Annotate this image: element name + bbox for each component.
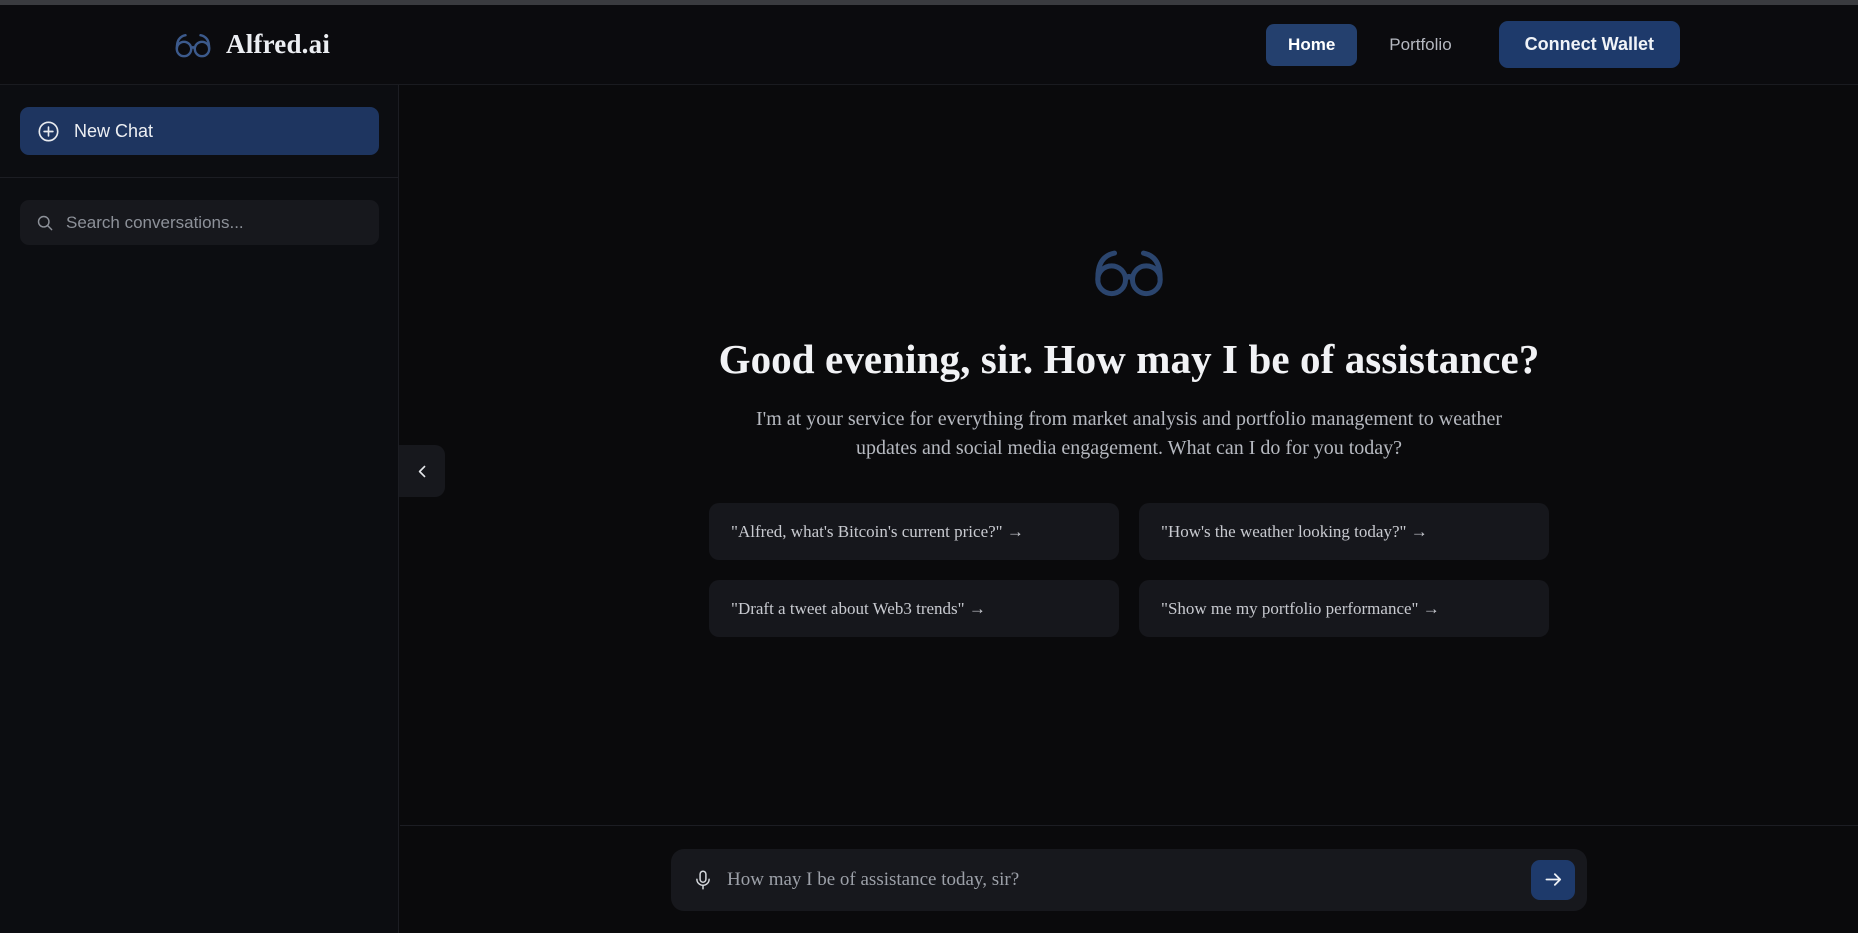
- suggestion-text: "Draft a tweet about Web3 trends" →: [731, 598, 986, 618]
- hero-glasses-icon: [1090, 85, 1168, 299]
- chat-input-bar[interactable]: [671, 848, 1587, 911]
- main-content: Good evening, sir. How may I be of assis…: [400, 85, 1858, 933]
- brand[interactable]: Alfred.ai: [173, 29, 330, 60]
- connect-wallet-button[interactable]: Connect Wallet: [1498, 21, 1680, 68]
- suggestion-grid: "Alfred, what's Bitcoin's current price?…: [709, 503, 1549, 638]
- app-root: Alfred.ai Home Portfolio Connect Wallet …: [0, 5, 1858, 933]
- page-title: Good evening, sir. How may I be of assis…: [718, 336, 1540, 382]
- glasses-icon: [173, 31, 213, 59]
- nav-item-home[interactable]: Home: [1266, 23, 1358, 66]
- chevron-left-icon: [414, 463, 431, 480]
- plus-circle-icon: [37, 120, 60, 143]
- suggestion-card[interactable]: "Show me my portfolio performance" →: [1139, 580, 1549, 638]
- send-button[interactable]: [1531, 859, 1575, 900]
- sidebar: New Chat: [0, 85, 399, 933]
- brand-name: Alfred.ai: [226, 29, 331, 59]
- suggestion-text: "How's the weather looking today?" →: [1161, 521, 1428, 541]
- new-chat-label: New Chat: [74, 120, 154, 141]
- search-icon: [36, 214, 54, 232]
- nav-item-portfolio[interactable]: Portfolio: [1367, 24, 1473, 66]
- suggestion-card[interactable]: "Draft a tweet about Web3 trends" →: [709, 580, 1119, 638]
- app-header: Alfred.ai Home Portfolio Connect Wallet: [0, 5, 1858, 85]
- page-subtitle: I'm at your service for everything from …: [755, 408, 1503, 460]
- suggestion-text: "Show me my portfolio performance" →: [1161, 598, 1440, 618]
- microphone-icon[interactable]: [693, 869, 713, 891]
- hero-section: Good evening, sir. How may I be of assis…: [400, 85, 1858, 825]
- header-nav: Home Portfolio Connect Wallet: [1266, 21, 1680, 68]
- suggestion-card[interactable]: "Alfred, what's Bitcoin's current price?…: [709, 503, 1119, 561]
- search-box[interactable]: [20, 200, 379, 245]
- search-input[interactable]: [66, 212, 379, 233]
- sidebar-collapse-toggle[interactable]: [399, 445, 445, 497]
- composer: [400, 826, 1858, 933]
- arrow-right-icon: [1543, 869, 1564, 890]
- suggestion-card[interactable]: "How's the weather looking today?" →: [1139, 503, 1549, 561]
- suggestion-text: "Alfred, what's Bitcoin's current price?…: [731, 521, 1024, 541]
- new-chat-button[interactable]: New Chat: [20, 107, 379, 155]
- chat-message-input[interactable]: [727, 868, 1517, 891]
- sidebar-top: New Chat: [0, 85, 398, 155]
- search-section: [0, 178, 398, 245]
